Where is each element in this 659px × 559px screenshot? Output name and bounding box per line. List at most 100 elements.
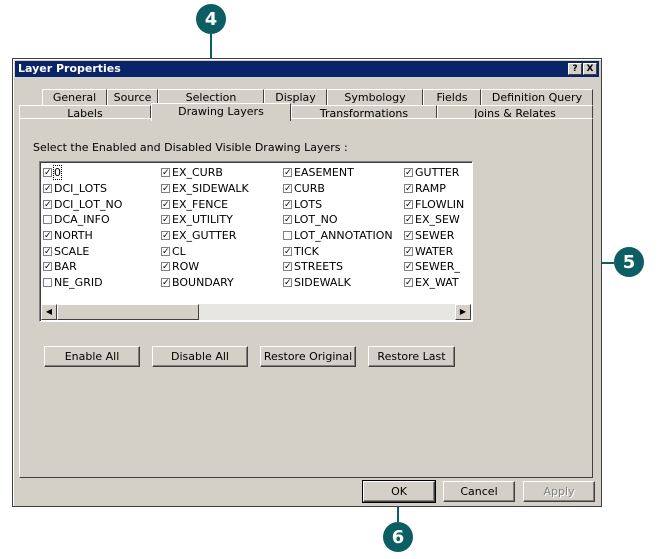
checkbox-checked-icon[interactable]: ✓ <box>161 262 170 272</box>
checkbox-checked-icon[interactable]: ✓ <box>404 184 413 194</box>
layer-item-label: DCA_INFO <box>54 213 110 227</box>
ok-label: OK <box>391 485 407 498</box>
layer-item[interactable]: ✓ STREETS <box>283 259 393 275</box>
layer-item[interactable]: LOT_ANNOTATION <box>283 228 393 244</box>
checkbox-checked-icon[interactable]: ✓ <box>43 246 52 256</box>
layer-item-label: CURB <box>294 182 325 196</box>
checkbox-checked-icon[interactable]: ✓ <box>283 278 292 288</box>
checkbox-checked-icon[interactable]: ✓ <box>43 231 52 241</box>
layer-column-3: ✓ EASEMENT ✓ CURB ✓ LOTS ✓ LOT_NO LOT_ANNOTATION… <box>283 165 393 291</box>
checkbox-checked-icon[interactable]: ✓ <box>161 168 170 178</box>
dialog-title: Layer Properties <box>18 62 121 75</box>
layer-item[interactable]: ✓ NORTH <box>43 228 122 244</box>
tab-general[interactable]: General <box>42 89 107 105</box>
scroll-left-button[interactable]: ◀ <box>41 304 57 320</box>
layer-item-label: EX_CURB <box>172 166 223 180</box>
checkbox-checked-icon[interactable]: ✓ <box>283 215 292 225</box>
restore-original-button[interactable]: Restore Original <box>260 346 356 367</box>
enable-all-button[interactable]: Enable All <box>44 346 140 367</box>
tab-drawing-layers-label: Drawing Layers <box>178 105 264 118</box>
ok-button[interactable]: OK <box>362 480 436 503</box>
layer-item[interactable]: ✓ EX_WAT <box>404 275 464 291</box>
checkbox-checked-icon[interactable]: ✓ <box>161 231 170 241</box>
checkbox-checked-icon[interactable]: ✓ <box>404 215 413 225</box>
layer-item[interactable]: ✓ FLOWLIN <box>404 196 464 212</box>
cancel-button[interactable]: Cancel <box>443 481 515 502</box>
layer-item[interactable]: ✓ EX_CURB <box>161 165 249 181</box>
checkbox-checked-icon[interactable]: ✓ <box>283 168 292 178</box>
layer-item[interactable]: ✓ EX_UTILITY <box>161 212 249 228</box>
checkbox-checked-icon[interactable]: ✓ <box>161 184 170 194</box>
layer-item[interactable]: ✓ DCI_LOTS <box>43 181 122 197</box>
layer-item[interactable]: ✓ EX_SIDEWALK <box>161 181 249 197</box>
checkbox-checked-icon[interactable]: ✓ <box>404 262 413 272</box>
checkbox-checked-icon[interactable]: ✓ <box>43 168 52 178</box>
help-button[interactable]: ? <box>568 63 582 75</box>
layer-item-label: EX_SIDEWALK <box>172 182 249 196</box>
layer-item[interactable]: ✓ 0 <box>43 165 122 181</box>
checkbox-checked-icon[interactable]: ✓ <box>404 278 413 288</box>
checkbox-checked-icon[interactable]: ✓ <box>283 262 292 272</box>
layer-item-label: 0 <box>53 165 62 181</box>
close-button[interactable]: X <box>583 63 597 75</box>
drawing-layers-list[interactable]: ✓ 0 ✓ DCI_LOTS ✓ DCI_LOT_NO DCA_INFO ✓ NORTH ✓ SCA… <box>39 161 473 322</box>
tab-drawing-layers[interactable]: Drawing Layers <box>151 103 291 121</box>
callout-4-label: 4 <box>204 8 218 30</box>
layer-column-2: ✓ EX_CURB ✓ EX_SIDEWALK ✓ EX_FENCE ✓ EX_UTILITY… <box>161 165 249 291</box>
checkbox-checked-icon[interactable]: ✓ <box>161 246 170 256</box>
checkbox-unchecked-icon[interactable] <box>43 215 52 225</box>
tab-fields-label: Fields <box>436 91 468 104</box>
tab-definition-query[interactable]: Definition Query <box>481 89 593 105</box>
layer-item[interactable]: ✓ SEWER_ <box>404 259 464 275</box>
restore-last-button[interactable]: Restore Last <box>368 346 455 367</box>
checkbox-checked-icon[interactable]: ✓ <box>43 262 52 272</box>
tab-fields[interactable]: Fields <box>423 89 481 105</box>
layer-item[interactable]: ✓ SCALE <box>43 243 122 259</box>
checkbox-unchecked-icon[interactable] <box>43 278 52 288</box>
layer-item[interactable]: ✓ BOUNDARY <box>161 275 249 291</box>
layer-item[interactable]: ✓ SEWER <box>404 228 464 244</box>
layer-item[interactable]: ✓ DCI_LOT_NO <box>43 196 122 212</box>
checkbox-checked-icon[interactable]: ✓ <box>161 199 170 209</box>
checkbox-checked-icon[interactable]: ✓ <box>404 231 413 241</box>
layer-item-label: TICK <box>294 244 319 258</box>
layer-item[interactable]: ✓ EX_SEW <box>404 212 464 228</box>
checkbox-unchecked-icon[interactable] <box>283 231 292 241</box>
layer-item[interactable]: ✓ BAR <box>43 259 122 275</box>
disable-all-button[interactable]: Disable All <box>152 346 248 367</box>
checkbox-checked-icon[interactable]: ✓ <box>283 246 292 256</box>
scroll-right-button[interactable]: ▶ <box>455 304 471 320</box>
checkbox-checked-icon[interactable]: ✓ <box>404 168 413 178</box>
layer-item[interactable]: ✓ EASEMENT <box>283 165 393 181</box>
tab-symbology[interactable]: Symbology <box>327 89 423 105</box>
layer-item[interactable]: ✓ EX_FENCE <box>161 196 249 212</box>
layer-item[interactable]: ✓ TICK <box>283 243 393 259</box>
checkbox-checked-icon[interactable]: ✓ <box>283 199 292 209</box>
layer-item-label: GUTTER <box>415 166 460 180</box>
layer-item-label: EASEMENT <box>294 166 354 180</box>
checkbox-checked-icon[interactable]: ✓ <box>283 184 292 194</box>
layer-item[interactable]: ✓ SIDEWALK <box>283 275 393 291</box>
apply-button[interactable]: Apply <box>523 481 595 502</box>
layer-item[interactable]: ✓ RAMP <box>404 181 464 197</box>
instruction-text: Select the Enabled and Disabled Visible … <box>33 141 348 154</box>
layer-item[interactable]: ✓ CURB <box>283 181 393 197</box>
layer-item[interactable]: ✓ LOT_NO <box>283 212 393 228</box>
layer-item[interactable]: ✓ ROW <box>161 259 249 275</box>
layer-item[interactable]: ✓ LOTS <box>283 196 393 212</box>
checkbox-checked-icon[interactable]: ✓ <box>161 278 170 288</box>
layer-item[interactable]: DCA_INFO <box>43 212 122 228</box>
checkbox-checked-icon[interactable]: ✓ <box>404 246 413 256</box>
layer-item[interactable]: ✓ GUTTER <box>404 165 464 181</box>
checkbox-checked-icon[interactable]: ✓ <box>404 199 413 209</box>
layer-item[interactable]: ✓ EX_GUTTER <box>161 228 249 244</box>
checkbox-checked-icon[interactable]: ✓ <box>161 215 170 225</box>
scroll-thumb[interactable] <box>57 304 199 320</box>
layer-item[interactable]: ✓ WATER <box>404 243 464 259</box>
checkbox-checked-icon[interactable]: ✓ <box>43 199 52 209</box>
checkbox-checked-icon[interactable]: ✓ <box>43 184 52 194</box>
layer-item[interactable]: ✓ CL <box>161 243 249 259</box>
layer-item[interactable]: NE_GRID <box>43 275 122 291</box>
horizontal-scrollbar[interactable]: ◀ ▶ <box>41 304 471 320</box>
layer-item-label: CL <box>172 244 186 258</box>
